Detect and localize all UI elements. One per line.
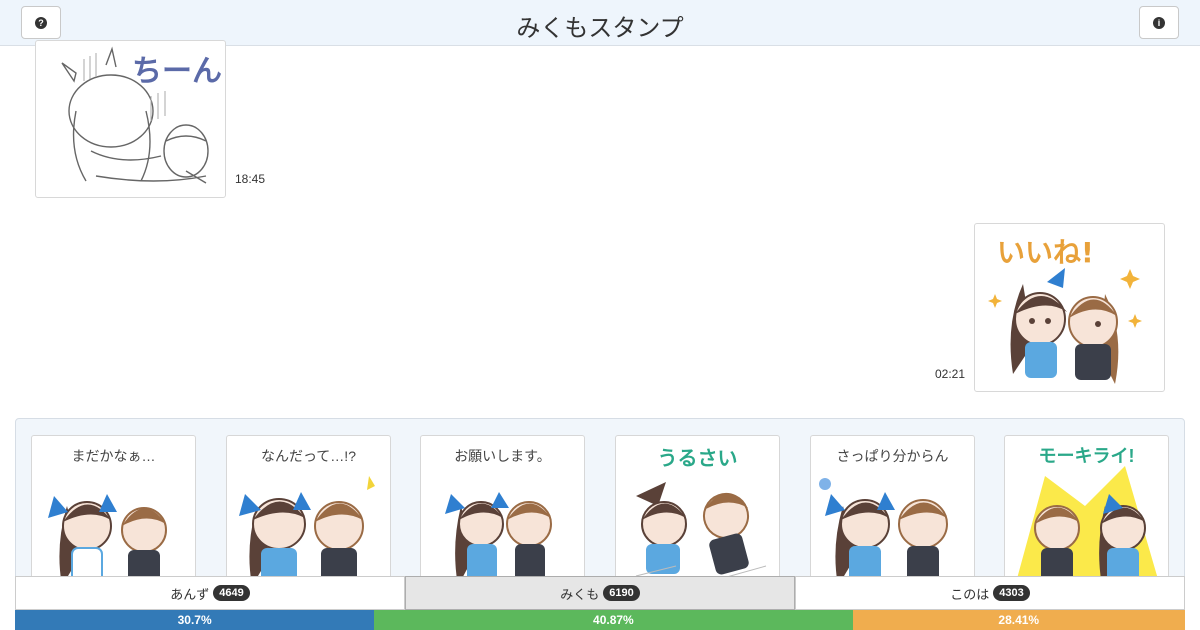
vote-button-konoha[interactable]: このは 4303 <box>795 576 1185 610</box>
sticker-chiin-image: ちーん <box>61 46 222 184</box>
sticker-tile[interactable]: さっぱり分からん <box>810 435 975 585</box>
info-circle-icon: i <box>1153 16 1165 29</box>
message-time: 02:21 <box>935 367 966 381</box>
vote-bar-konoha: 28.41% <box>852 610 1185 630</box>
sticker-chiin-text: ちーん <box>132 54 222 89</box>
vote-bar-anzu: 30.7% <box>15 610 375 630</box>
message-sticker-iine[interactable]: いいね! <box>974 223 1165 392</box>
vote-name: みくも <box>560 586 600 602</box>
vote-button-anzu[interactable]: あんず 4649 <box>15 576 405 610</box>
sticker-chibi-image <box>239 476 375 584</box>
message-sticker-chiin[interactable]: ちーん <box>35 40 226 198</box>
sticker-chibi-image <box>635 482 767 581</box>
sticker-tile[interactable]: モーキライ! <box>1004 435 1169 585</box>
vote-button-group: あんず 4649 みくも 6190 このは 4303 <box>15 576 1185 610</box>
vote-percentage-bar: 30.7% 40.87% 28.41% <box>15 610 1185 630</box>
sticker-chibi-image <box>48 494 167 584</box>
vote-bar-mikumo: 40.87% <box>374 610 853 630</box>
vote-name: あんず <box>170 586 210 602</box>
sticker-tile[interactable]: お願いします。 <box>420 435 585 585</box>
sticker-tile[interactable]: うるさい <box>615 435 780 585</box>
vote-count-badge: 4303 <box>993 585 1030 601</box>
page-title: みくもスタンプ <box>516 15 684 42</box>
vote-count-badge: 4649 <box>213 585 250 601</box>
sticker-iine-text: いいね! <box>997 236 1094 269</box>
message-time: 18:45 <box>235 172 266 186</box>
sticker-iine-image: いいね! <box>988 236 1142 384</box>
sticker-tile[interactable]: なんだって…!? <box>226 435 391 585</box>
sticker-chibi-image <box>445 492 552 584</box>
sticker-chibi-image <box>1015 466 1160 584</box>
vote-name: このは <box>950 586 990 602</box>
sticker-tile[interactable]: まだかなぁ… <box>31 435 196 585</box>
sticker-chibi-image <box>819 478 948 584</box>
vote-count-badge: 6190 <box>603 585 640 601</box>
vote-button-mikumo[interactable]: みくも 6190 <box>405 576 795 610</box>
info-button[interactable]: i <box>1139 6 1179 39</box>
